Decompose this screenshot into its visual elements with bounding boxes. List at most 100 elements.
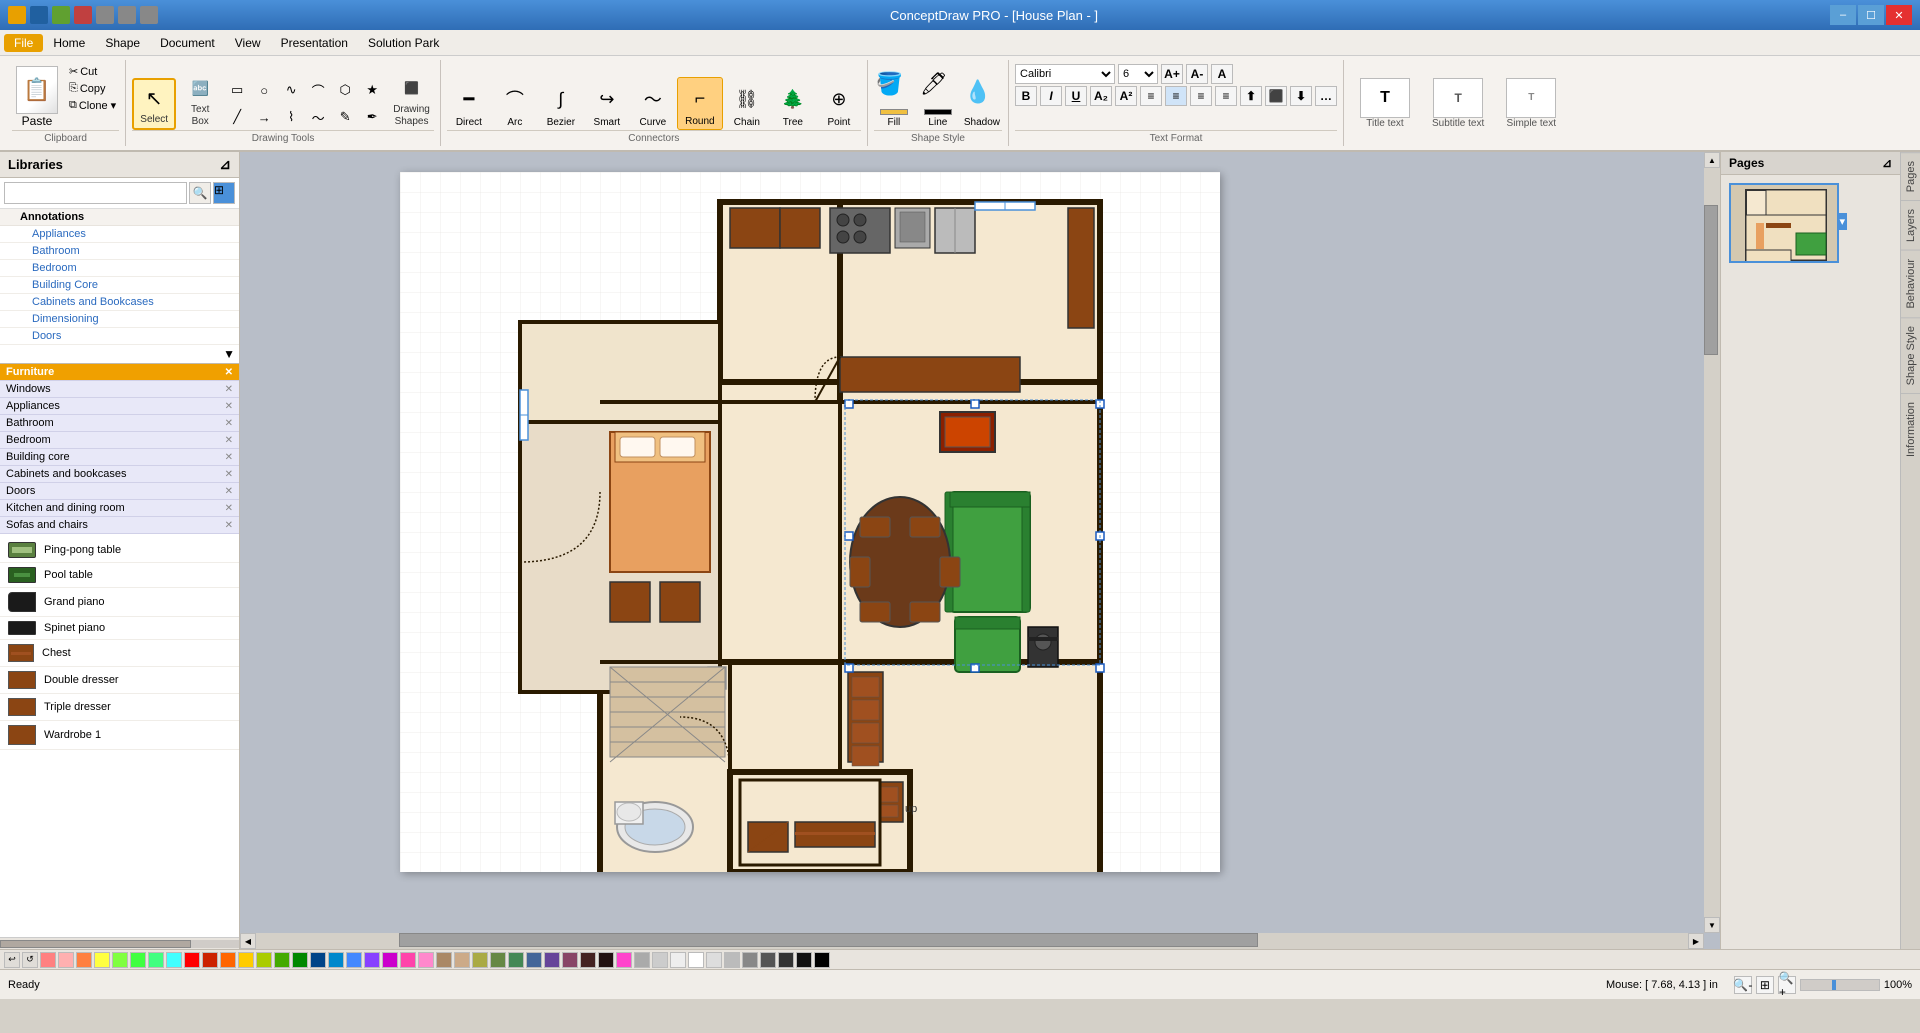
color-marker-18[interactable] bbox=[346, 952, 362, 968]
font-select[interactable]: Calibri bbox=[1015, 64, 1115, 84]
page-dropdown-icon[interactable]: ▾ bbox=[1837, 213, 1847, 230]
freeform-icon[interactable]: ✎ bbox=[332, 104, 358, 130]
menu-document[interactable]: Document bbox=[150, 34, 225, 52]
italic-button[interactable]: I bbox=[1040, 86, 1062, 106]
color-marker-23[interactable] bbox=[436, 952, 452, 968]
circle-icon[interactable]: ○ bbox=[251, 77, 277, 103]
star-icon[interactable]: ★ bbox=[359, 77, 385, 103]
color-marker-43[interactable] bbox=[796, 952, 812, 968]
polygon-icon[interactable]: ⬡ bbox=[332, 77, 358, 103]
valign-mid-button[interactable]: ⬛ bbox=[1265, 86, 1287, 106]
text-more-button[interactable]: … bbox=[1315, 86, 1337, 106]
scroll-right-button[interactable]: ▶ bbox=[1688, 933, 1704, 949]
paste-button[interactable]: 📋 Paste bbox=[12, 64, 62, 130]
rect-icon[interactable]: ▭ bbox=[224, 77, 250, 103]
active-lib-bedroom[interactable]: Bedroom ✕ bbox=[0, 432, 239, 449]
valign-bot-button[interactable]: ⬇ bbox=[1290, 86, 1312, 106]
color-marker-9[interactable] bbox=[184, 952, 200, 968]
line-icon[interactable]: ╱ bbox=[224, 104, 250, 130]
shadow-button[interactable]: 💧 Shadow bbox=[962, 77, 1002, 130]
color-marker-40[interactable] bbox=[742, 952, 758, 968]
color-marker-31[interactable] bbox=[580, 952, 596, 968]
sidebar-collapse-icon[interactable]: ⊿ bbox=[219, 156, 231, 173]
round-button[interactable]: ⌐ Round bbox=[677, 77, 723, 130]
tree-item-bathroom[interactable]: Bathroom bbox=[0, 243, 239, 260]
shape-ping-pong-table[interactable]: Ping-pong table bbox=[0, 538, 239, 563]
color-marker-37[interactable] bbox=[688, 952, 704, 968]
underline-button[interactable]: U bbox=[1065, 86, 1087, 106]
color-marker-24[interactable] bbox=[454, 952, 470, 968]
vertical-scrollbar[interactable]: ▲ ▼ bbox=[1704, 152, 1720, 933]
close-windows-icon[interactable]: ✕ bbox=[225, 384, 233, 395]
active-lib-appliances[interactable]: Appliances ✕ bbox=[0, 398, 239, 415]
shape-pool-table[interactable]: Pool table bbox=[0, 563, 239, 588]
align-left-button[interactable]: ≡ bbox=[1140, 86, 1162, 106]
pages-pin-icon[interactable]: ⊿ bbox=[1882, 156, 1892, 170]
color-marker-21[interactable] bbox=[400, 952, 416, 968]
color-marker-11[interactable] bbox=[220, 952, 236, 968]
active-lib-kitchen[interactable]: Kitchen and dining room ✕ bbox=[0, 500, 239, 517]
zoom-fit-button[interactable]: ⊞ bbox=[1756, 976, 1774, 994]
pen-icon[interactable]: ✒ bbox=[359, 104, 385, 130]
clone-button[interactable]: ⧉ Clone ▾ bbox=[66, 98, 119, 113]
color-marker-28[interactable] bbox=[526, 952, 542, 968]
menu-home[interactable]: Home bbox=[43, 34, 95, 52]
color-marker-12[interactable] bbox=[238, 952, 254, 968]
align-right-button[interactable]: ≡ bbox=[1190, 86, 1212, 106]
menu-shape[interactable]: Shape bbox=[95, 34, 150, 52]
arc-button[interactable]: ⌒ Arc bbox=[493, 79, 537, 130]
superscript-button[interactable]: A² bbox=[1115, 86, 1137, 106]
zoom-in-button[interactable]: 🔍+ bbox=[1778, 976, 1796, 994]
color-marker-5[interactable] bbox=[112, 952, 128, 968]
color-marker-35[interactable] bbox=[652, 952, 668, 968]
line-button[interactable]: 🖊 Line bbox=[918, 69, 958, 130]
view-mode-button[interactable]: ⊞ bbox=[213, 182, 235, 204]
page-thumbnail[interactable] bbox=[1729, 183, 1839, 263]
nav-icon-2[interactable]: ↺ bbox=[22, 952, 38, 968]
color-marker-4[interactable] bbox=[94, 952, 110, 968]
active-lib-windows[interactable]: Windows ✕ bbox=[0, 381, 239, 398]
scroll-down-button[interactable]: ▼ bbox=[1704, 917, 1720, 933]
fill-button[interactable]: 🪣 Fill bbox=[874, 69, 914, 130]
shape-grand-piano[interactable]: Grand piano bbox=[0, 588, 239, 617]
simple-text-button[interactable]: T Simple text bbox=[1498, 74, 1564, 133]
zoom-out-button[interactable]: 🔍- bbox=[1734, 976, 1752, 994]
font-shrink-button[interactable]: A- bbox=[1186, 64, 1208, 84]
font-grow-button[interactable]: A+ bbox=[1161, 64, 1183, 84]
shape-spinet-piano[interactable]: Spinet piano bbox=[0, 617, 239, 640]
tree-button[interactable]: 🌲 Tree bbox=[771, 79, 815, 130]
color-marker-6[interactable] bbox=[130, 952, 146, 968]
search-button[interactable]: 🔍 bbox=[189, 182, 211, 204]
valign-top-button[interactable]: ⬆ bbox=[1240, 86, 1262, 106]
zoom-slider[interactable] bbox=[1800, 979, 1880, 991]
minimize-button[interactable]: – bbox=[1830, 5, 1856, 25]
tree-item-cabinets[interactable]: Cabinets and Bookcases bbox=[0, 294, 239, 311]
close-building-core-icon[interactable]: ✕ bbox=[225, 452, 233, 463]
bold-button[interactable]: B bbox=[1015, 86, 1037, 106]
close-furniture-icon[interactable]: ✕ bbox=[225, 367, 233, 378]
nav-icon-1[interactable]: ↩ bbox=[4, 952, 20, 968]
h-scroll-thumb[interactable] bbox=[399, 933, 1258, 947]
title-text-button[interactable]: T Title text bbox=[1352, 74, 1418, 133]
color-marker-39[interactable] bbox=[724, 952, 740, 968]
annotations-header[interactable]: Annotations bbox=[0, 209, 239, 226]
color-marker-17[interactable] bbox=[328, 952, 344, 968]
color-marker-10[interactable] bbox=[202, 952, 218, 968]
color-marker-3[interactable] bbox=[76, 952, 92, 968]
color-marker-22[interactable] bbox=[418, 952, 434, 968]
menu-presentation[interactable]: Presentation bbox=[271, 34, 358, 52]
scroll-thumb[interactable] bbox=[1704, 205, 1718, 355]
drawing-shapes-button[interactable]: ⬛ DrawingShapes bbox=[389, 70, 434, 130]
smart-button[interactable]: ↪ Smart bbox=[585, 79, 629, 130]
font-size-select[interactable]: 6 bbox=[1118, 64, 1158, 84]
close-kitchen-icon[interactable]: ✕ bbox=[225, 503, 233, 514]
wave-icon[interactable]: 〜 bbox=[305, 104, 331, 130]
scroll-left-button[interactable]: ◀ bbox=[240, 933, 256, 949]
color-marker-33[interactable] bbox=[616, 952, 632, 968]
close-appliances-icon[interactable]: ✕ bbox=[225, 401, 233, 412]
tab-behaviour[interactable]: Behaviour bbox=[1901, 250, 1920, 317]
color-marker-2[interactable] bbox=[58, 952, 74, 968]
menu-view[interactable]: View bbox=[225, 34, 271, 52]
window-controls[interactable]: – ☐ ✕ bbox=[1830, 5, 1912, 25]
tree-item-building-core[interactable]: Building Core bbox=[0, 277, 239, 294]
